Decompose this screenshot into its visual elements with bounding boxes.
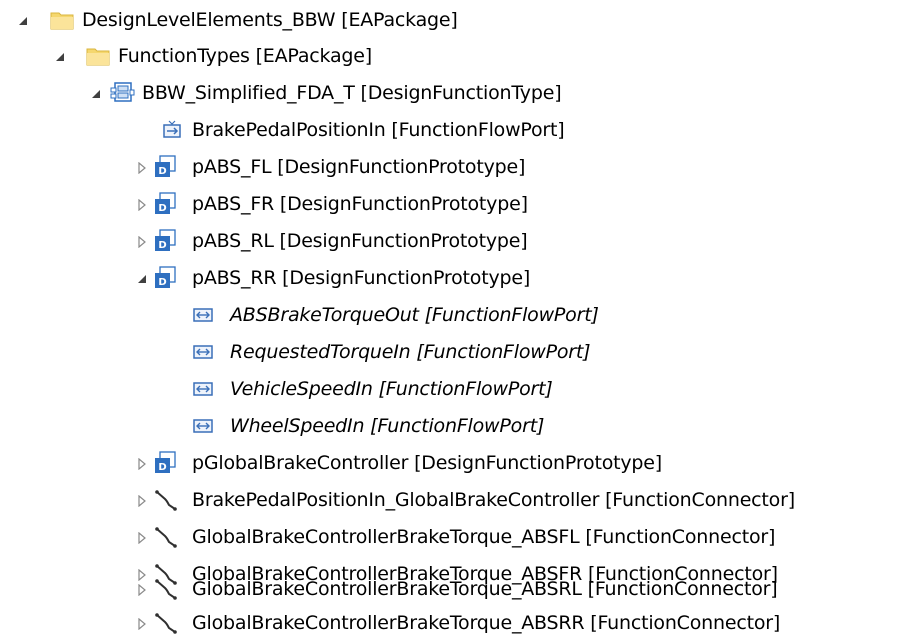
flow-port-icon [189, 375, 217, 403]
prototype-icon: D [151, 153, 179, 181]
collapsed-triangle-icon[interactable] [134, 530, 150, 546]
collapsed-triangle-icon[interactable] [134, 160, 150, 176]
prototype-icon: D [151, 449, 179, 477]
flow-port-icon [189, 412, 217, 440]
prototype-icon: D [151, 264, 179, 292]
connector-icon [152, 609, 180, 637]
connector-icon [152, 575, 180, 603]
expanded-triangle-icon[interactable] [52, 49, 68, 65]
flow-port-icon [189, 338, 217, 366]
collapsed-triangle-icon[interactable] [134, 197, 150, 213]
flow-port-in-icon [158, 116, 186, 144]
tree-node-label: pABS_RR [DesignFunctionPrototype] [192, 267, 531, 289]
collapsed-triangle-icon[interactable] [134, 567, 150, 583]
flow-port-icon [189, 301, 217, 329]
expanded-triangle-icon[interactable] [134, 271, 150, 287]
svg-text:D: D [158, 462, 166, 473]
collapsed-triangle-icon[interactable] [134, 493, 150, 509]
tree-node-label: pABS_FL [DesignFunctionPrototype] [192, 156, 526, 178]
folder-icon [48, 6, 76, 34]
svg-text:D: D [158, 166, 166, 177]
tree-node-label: BrakePedalPositionIn_GlobalBrakeControll… [192, 489, 795, 511]
collapsed-triangle-icon[interactable] [134, 582, 150, 598]
tree-node-label: BrakePedalPositionIn [FunctionFlowPort] [192, 119, 565, 141]
tree-node-label: FunctionTypes [EAPackage] [118, 45, 372, 67]
tree-node-label: VehicleSpeedIn [FunctionFlowPort] [230, 378, 553, 400]
expanded-triangle-icon[interactable] [15, 13, 31, 29]
tree-node-label: GlobalBrakeControllerBrakeTorque_ABSRL [… [192, 578, 778, 600]
svg-text:D: D [158, 203, 166, 214]
tree-node-label: pABS_RL [DesignFunctionPrototype] [192, 230, 528, 252]
svg-text:D: D [158, 277, 166, 288]
connector-icon [152, 523, 180, 551]
collapsed-triangle-icon[interactable] [134, 456, 150, 472]
tree-node-label: RequestedTorqueIn [FunctionFlowPort] [230, 341, 591, 363]
svg-text:D: D [158, 240, 166, 251]
tree-node-label: pGlobalBrakeController [DesignFunctionPr… [192, 452, 662, 474]
model-tree: DesignLevelElements_BBW [EAPackage] Func… [0, 0, 903, 644]
design-function-type-icon [108, 79, 136, 107]
tree-node-label: BBW_Simplified_FDA_T [DesignFunctionType… [142, 82, 562, 104]
tree-node-label: DesignLevelElements_BBW [EAPackage] [82, 9, 458, 31]
tree-node-label: GlobalBrakeControllerBrakeTorque_ABSFL [… [192, 526, 776, 548]
collapsed-triangle-icon[interactable] [134, 234, 150, 250]
connector-icon [152, 486, 180, 514]
tree-node-label: pABS_FR [DesignFunctionPrototype] [192, 193, 528, 215]
expanded-triangle-icon[interactable] [88, 86, 104, 102]
tree-node-label: GlobalBrakeControllerBrakeTorque_ABSRR [… [192, 612, 781, 634]
tree-node-label: ABSBrakeTorqueOut [FunctionFlowPort] [230, 304, 599, 326]
tree-node-label: WheelSpeedIn [FunctionFlowPort] [230, 415, 545, 437]
prototype-icon: D [151, 227, 179, 255]
folder-icon [84, 42, 112, 70]
collapsed-triangle-icon[interactable] [134, 616, 150, 632]
prototype-icon: D [151, 190, 179, 218]
